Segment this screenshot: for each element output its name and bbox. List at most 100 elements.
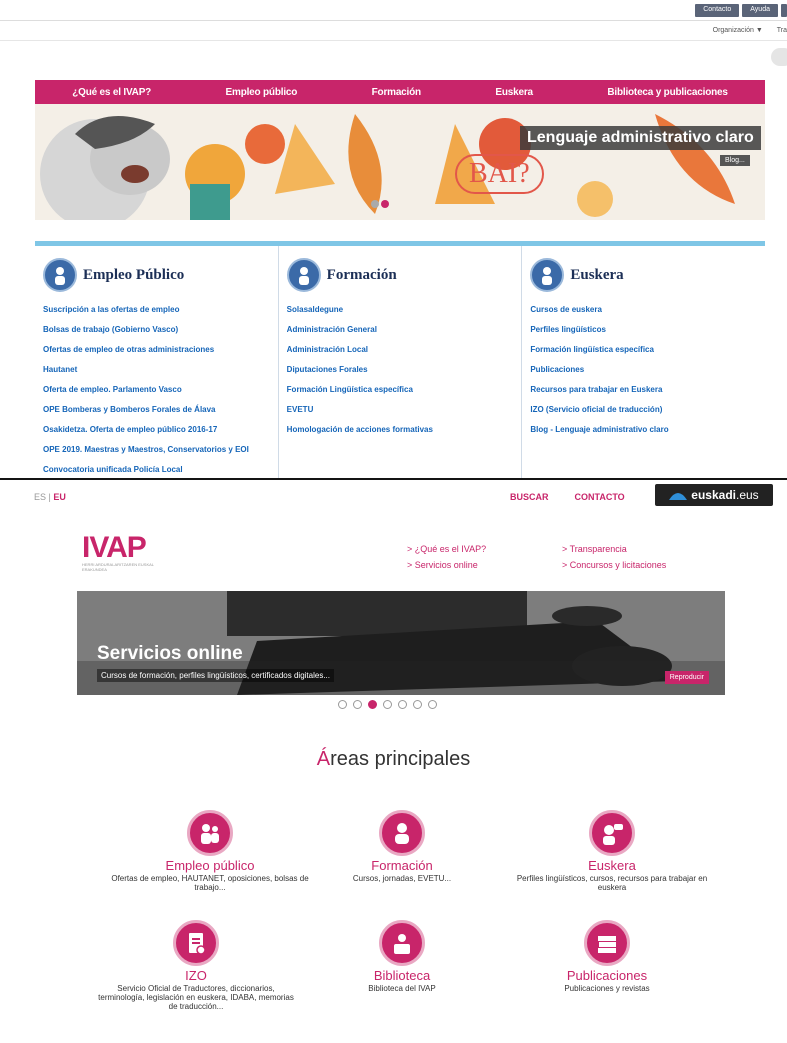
area-desc: Ofertas de empleo, HAUTANET, oposiciones… (111, 874, 309, 892)
list-item[interactable]: Convocatoria unificada Policía Local (43, 460, 270, 480)
link-que-es[interactable]: > ¿Qué es el IVAP? (407, 541, 486, 557)
list-item[interactable]: Publicaciones (530, 360, 757, 380)
area-desc: Biblioteca del IVAP (368, 984, 436, 993)
area-desc: Publicaciones y revistas (564, 984, 650, 993)
play-button[interactable]: Reproducir (664, 671, 709, 684)
list-item[interactable]: Bolsas de trabajo (Gobierno Vasco) (43, 320, 270, 340)
screenshot-divider (0, 478, 787, 480)
list-item[interactable]: OPE Bomberas y Bomberos Forales de Álava (43, 400, 270, 420)
nav-item-euskera[interactable]: Euskera (495, 87, 533, 98)
area-empleo[interactable]: Empleo público Ofertas de empleo, HAUTAN… (110, 810, 310, 892)
banner-art (40, 114, 735, 220)
area-biblioteca[interactable]: Biblioteca Biblioteca del IVAP (302, 920, 502, 993)
ivap-logo[interactable]: IVAP HERRI ARDURALARITZAREN EUSKAL ERAKU… (82, 533, 172, 573)
nav-item-formacion[interactable]: Formación (372, 87, 422, 98)
areas-title: Áreas principales (316, 748, 471, 770)
list-item[interactable]: Solasaldegune (287, 300, 514, 320)
reader-icon (379, 920, 425, 966)
list-item[interactable]: Homologación de acciones formativas (287, 420, 514, 440)
link-servicios[interactable]: > Servicios online (407, 557, 486, 573)
list-item[interactable]: Hautanet (43, 360, 270, 380)
hero-carousel[interactable]: Servicios online Cursos de formación, pe… (77, 591, 725, 695)
list-item[interactable]: EVETU (287, 400, 514, 420)
area-name: Biblioteca (373, 968, 431, 983)
area-publicaciones[interactable]: Publicaciones Publicaciones y revistas (507, 920, 707, 993)
list-item[interactable]: Ofertas de empleo de otras administracio… (43, 340, 270, 360)
speaker-icon (589, 810, 635, 856)
area-izo[interactable]: IZO Servicio Oficial de Traductores, dic… (96, 920, 296, 1011)
list-item[interactable]: Perfiles lingüísticos (530, 320, 757, 340)
logo-subtitle: HERRI ARDURALARITZAREN EUSKAL ERAKUNDEA (82, 562, 154, 572)
org-row: Organización ▼ Tra (713, 27, 787, 34)
area-name: Formación (371, 858, 433, 873)
list-item[interactable]: OPE 2019. Maestras y Maestros, Conservat… (43, 440, 270, 460)
blog-button[interactable]: Blog... (720, 155, 750, 166)
list-item[interactable]: Formación lingüística específica (530, 340, 757, 360)
carousel-dot[interactable] (413, 700, 422, 709)
area-desc: Servicio Oficial de Traductores, diccion… (98, 984, 294, 1011)
list-item[interactable]: Oferta de empleo. Parlamento Vasco (43, 380, 270, 400)
list-item[interactable]: Blog - Lenguaje administrativo claro (530, 420, 757, 440)
person-icon (187, 810, 233, 856)
area-name: Publicaciones (566, 968, 648, 983)
list-item[interactable]: Suscripción a las ofertas de empleo (43, 300, 270, 320)
top-links: BUSCAR CONTACTO (510, 492, 625, 502)
carousel-dot[interactable] (353, 700, 362, 709)
list-item[interactable]: Recursos para trabajar en Euskera (530, 380, 757, 400)
organization-menu[interactable]: Organización ▼ (713, 27, 763, 34)
quick-links-col2: > Transparencia > Concursos y licitacion… (562, 541, 666, 573)
area-name: Empleo público (165, 858, 255, 873)
list-item[interactable]: Formación Lingüística específica (287, 380, 514, 400)
column-title[interactable]: Euskera (570, 267, 623, 284)
contact-link[interactable]: CONTACTO (575, 492, 625, 502)
banner-title[interactable]: Lenguaje administrativo claro (520, 126, 761, 150)
nav-item-que-es[interactable]: ¿Qué es el IVAP? (72, 87, 151, 98)
extra-button[interactable] (781, 4, 787, 17)
bai-speech-bubble: BAI? (455, 154, 544, 194)
contact-button[interactable]: Contacto (695, 4, 740, 17)
list-item[interactable]: Administración Local (287, 340, 514, 360)
list-item[interactable]: Diputaciones Forales (287, 360, 514, 380)
search-link[interactable]: BUSCAR (510, 492, 549, 502)
carousel-dot[interactable] (398, 700, 407, 709)
hero-title: Servicios online (97, 643, 243, 664)
link-transparencia[interactable]: > Transparencia (562, 541, 666, 557)
carousel-dot[interactable] (428, 700, 437, 709)
carousel-dots (338, 700, 437, 709)
column-euskera: Euskera Cursos de euskera Perfiles lingü… (522, 246, 765, 480)
list-item[interactable]: Osakidetza. Oferta de empleo público 201… (43, 420, 270, 440)
quick-links-col1: > ¿Qué es el IVAP? > Servicios online (407, 541, 486, 573)
area-euskera[interactable]: Euskera Perfiles lingüísticos, cursos, r… (512, 810, 712, 892)
help-button[interactable]: Ayuda (742, 4, 778, 17)
lang-eu[interactable]: EU (53, 492, 66, 502)
column-formacion: Formación Solasaldegune Administración G… (279, 246, 523, 480)
column-title[interactable]: Empleo Público (83, 267, 184, 284)
list-item[interactable]: Cursos de euskera (530, 300, 757, 320)
euskadi-logo[interactable]: euskadi.eus (655, 484, 773, 506)
nav-item-biblioteca[interactable]: Biblioteca y publicaciones (607, 87, 728, 98)
list-item[interactable]: Administración General (287, 320, 514, 340)
column-empleo: Empleo Público Suscripción a las ofertas… (35, 246, 279, 480)
nav-item-empleo[interactable]: Empleo público (226, 87, 298, 98)
person-icon (43, 258, 77, 292)
area-name: Euskera (588, 858, 636, 873)
old-columns: Empleo Público Suscripción a las ofertas… (35, 246, 765, 480)
carousel-dot[interactable] (383, 700, 392, 709)
list-item[interactable]: IZO (Servicio oficial de traducción) (530, 400, 757, 420)
org-trail[interactable]: Tra (777, 27, 787, 34)
language-switcher: ES | EU (34, 492, 66, 502)
carousel-dot[interactable] (338, 700, 347, 709)
link-list: Cursos de euskera Perfiles lingüísticos … (530, 300, 757, 440)
divider (0, 20, 787, 21)
banner-illustration: BAI? (35, 104, 765, 220)
teacher-icon (379, 810, 425, 856)
old-main-nav: ¿Qué es el IVAP? Empleo público Formació… (35, 80, 765, 104)
link-concursos[interactable]: > Concursos y licitaciones (562, 557, 666, 573)
search-toggle[interactable] (771, 48, 787, 66)
carousel-dot[interactable] (368, 700, 377, 709)
area-formacion[interactable]: Formación Cursos, jornadas, EVETU... (302, 810, 502, 883)
lang-es[interactable]: ES (34, 492, 46, 502)
hero-subtitle: Cursos de formación, perfiles lingüístic… (97, 669, 334, 682)
books-icon (584, 920, 630, 966)
column-title[interactable]: Formación (327, 267, 397, 284)
